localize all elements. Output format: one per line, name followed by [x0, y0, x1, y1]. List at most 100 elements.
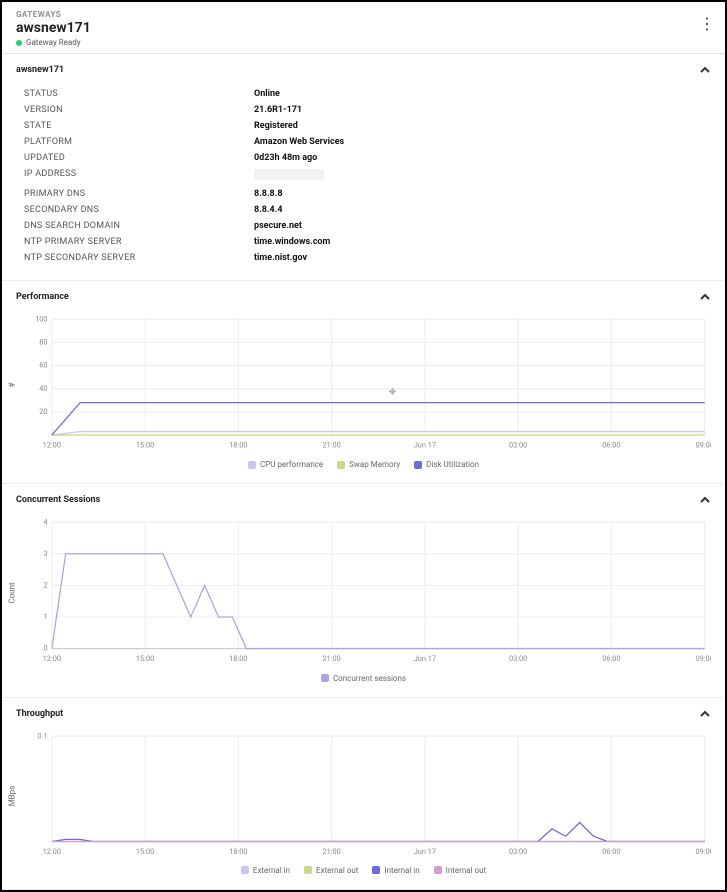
svg-text:18:00: 18:00: [229, 654, 247, 663]
legend-swatch-icon: [304, 866, 312, 874]
details-value: Amazon Web Services: [254, 137, 344, 147]
throughput-ylabel: MBps: [8, 785, 17, 806]
legend-label: Disk Utilization: [426, 460, 479, 469]
svg-text:09:00: 09:00: [695, 654, 711, 663]
details-row: STATERegistered: [24, 118, 703, 134]
sessions-panel-header[interactable]: Concurrent Sessions: [2, 484, 725, 512]
details-row: UPDATED0d23h 48m ago: [24, 150, 703, 166]
legend-item[interactable]: Internal out: [434, 866, 486, 875]
legend-swatch-icon: [434, 866, 442, 874]
details-panel-title: awsnew171: [16, 65, 64, 75]
details-panel: awsnew171 STATUSOnlineVERSION21.6R1-171S…: [2, 54, 725, 281]
legend-label: Concurrent sessions: [333, 674, 406, 683]
legend-item[interactable]: Swap Memory: [337, 460, 400, 469]
sessions-chart-area[interactable]: 0123412:0015:0018:0021:00Jun 1703:0006:0…: [16, 518, 711, 668]
svg-text:12:00: 12:00: [43, 654, 61, 663]
svg-text:Jun 17: Jun 17: [414, 654, 436, 663]
svg-text:18:00: 18:00: [229, 441, 247, 450]
details-row: NTP PRIMARY SERVERtime.windows.com: [24, 234, 703, 250]
svg-text:3: 3: [43, 549, 47, 558]
svg-text:40: 40: [39, 384, 47, 393]
details-key: SECONDARY DNS: [24, 205, 254, 215]
sessions-legend: Concurrent sessions: [16, 674, 711, 683]
chevron-up-icon: [699, 708, 711, 720]
svg-text:2: 2: [43, 580, 47, 589]
details-value: 21.6R1-171: [254, 105, 302, 115]
legend-label: External in: [253, 866, 290, 875]
throughput-panel-header[interactable]: Throughput: [2, 698, 725, 726]
details-key: VERSION: [24, 105, 254, 115]
svg-text:Jun 17: Jun 17: [414, 441, 436, 450]
details-key: UPDATED: [24, 153, 254, 163]
legend-swatch-icon: [248, 461, 256, 469]
performance-chart-wrap: 2040608010012:0015:0018:0021:00Jun 1703:…: [2, 309, 725, 483]
svg-text:06:00: 06:00: [602, 441, 620, 450]
chevron-up-icon: [699, 64, 711, 76]
details-row: STATUSOnline: [24, 86, 703, 102]
svg-text:20: 20: [39, 407, 47, 416]
legend-item[interactable]: CPU performance: [248, 460, 323, 469]
svg-text:1: 1: [43, 612, 47, 621]
ip-redacted: [254, 169, 324, 180]
svg-text:15:00: 15:00: [136, 654, 154, 663]
svg-text:4: 4: [43, 518, 47, 526]
details-value: 0d23h 48m ago: [254, 153, 317, 163]
details-key: NTP SECONDARY SERVER: [24, 253, 254, 263]
throughput-chart-area[interactable]: 0.112:0015:0018:0021:00Jun 1703:0006:000…: [16, 732, 711, 860]
details-value: time.windows.com: [254, 237, 330, 247]
details-row: IP ADDRESS: [24, 166, 703, 186]
performance-legend: CPU performance Swap Memory Disk Utilizati…: [16, 460, 711, 469]
legend-item[interactable]: External out: [304, 866, 358, 875]
details-table: STATUSOnline VERSION21.6R1-171 STATERegist…: [2, 82, 725, 280]
sessions-chart-wrap: 0123412:0015:0018:0021:00Jun 1703:0006:0…: [2, 512, 725, 697]
legend-item[interactable]: Concurrent sessions: [321, 674, 406, 683]
page-header: GATEWAYS awsnew171 Gateway Ready ⋮: [2, 2, 725, 54]
details-value: [254, 169, 324, 183]
details-key: DNS SEARCH DOMAIN: [24, 221, 254, 231]
chevron-up-icon: [699, 291, 711, 303]
chevron-up-icon: [699, 494, 711, 506]
legend-swatch-icon: [337, 461, 345, 469]
legend-swatch-icon: [321, 674, 329, 682]
status-text: Gateway Ready: [26, 38, 81, 47]
svg-text:0: 0: [43, 644, 47, 653]
svg-text:80: 80: [39, 337, 47, 346]
details-key: PRIMARY DNS: [24, 189, 254, 199]
legend-item[interactable]: Internal in: [372, 866, 419, 875]
details-value: 8.8.4.4: [254, 205, 283, 215]
sessions-panel-title: Concurrent Sessions: [16, 495, 100, 505]
svg-text:03:00: 03:00: [509, 441, 527, 450]
svg-text:15:00: 15:00: [136, 441, 154, 450]
svg-text:12:00: 12:00: [43, 441, 61, 450]
performance-panel-header[interactable]: Performance: [2, 281, 725, 309]
legend-label: Internal out: [446, 866, 486, 875]
legend-item[interactable]: Disk Utilization: [414, 460, 479, 469]
performance-panel: Performance2040608010012:0015:0018:0021:…: [2, 281, 725, 484]
details-panel-header[interactable]: awsnew171: [2, 54, 725, 82]
performance-chart-svg: 2040608010012:0015:0018:0021:00Jun 1703:…: [16, 315, 711, 454]
more-actions-icon[interactable]: ⋮: [699, 16, 715, 32]
performance-chart-area[interactable]: 2040608010012:0015:0018:0021:00Jun 1703:…: [16, 315, 711, 454]
details-value: Registered: [254, 121, 298, 131]
svg-text:21:00: 21:00: [322, 441, 340, 450]
throughput-chart-wrap: 0.112:0015:0018:0021:00Jun 1703:0006:000…: [2, 726, 725, 889]
svg-text:21:00: 21:00: [322, 847, 340, 856]
legend-swatch-icon: [414, 461, 422, 469]
legend-item[interactable]: External in: [241, 866, 290, 875]
details-row: SECONDARY DNS8.8.4.4: [24, 202, 703, 218]
svg-text:60: 60: [39, 361, 47, 370]
svg-text:09:00: 09:00: [696, 847, 711, 856]
legend-label: Internal in: [384, 866, 419, 875]
svg-text:18:00: 18:00: [229, 847, 247, 856]
legend-label: CPU performance: [260, 460, 323, 469]
sessions-ylabel: Count: [8, 582, 17, 603]
throughput-panel-title: Throughput: [16, 709, 63, 719]
sessions-panel: Concurrent Sessions0123412:0015:0018:002…: [2, 484, 725, 698]
status-dot-icon: [16, 40, 22, 46]
svg-text:Jun 17: Jun 17: [414, 847, 436, 856]
breadcrumb: GATEWAYS: [16, 10, 711, 19]
page-title: awsnew171: [16, 20, 711, 36]
details-key: IP ADDRESS: [24, 169, 254, 183]
details-value: psecure.net: [254, 221, 302, 231]
svg-text:15:00: 15:00: [136, 847, 154, 856]
